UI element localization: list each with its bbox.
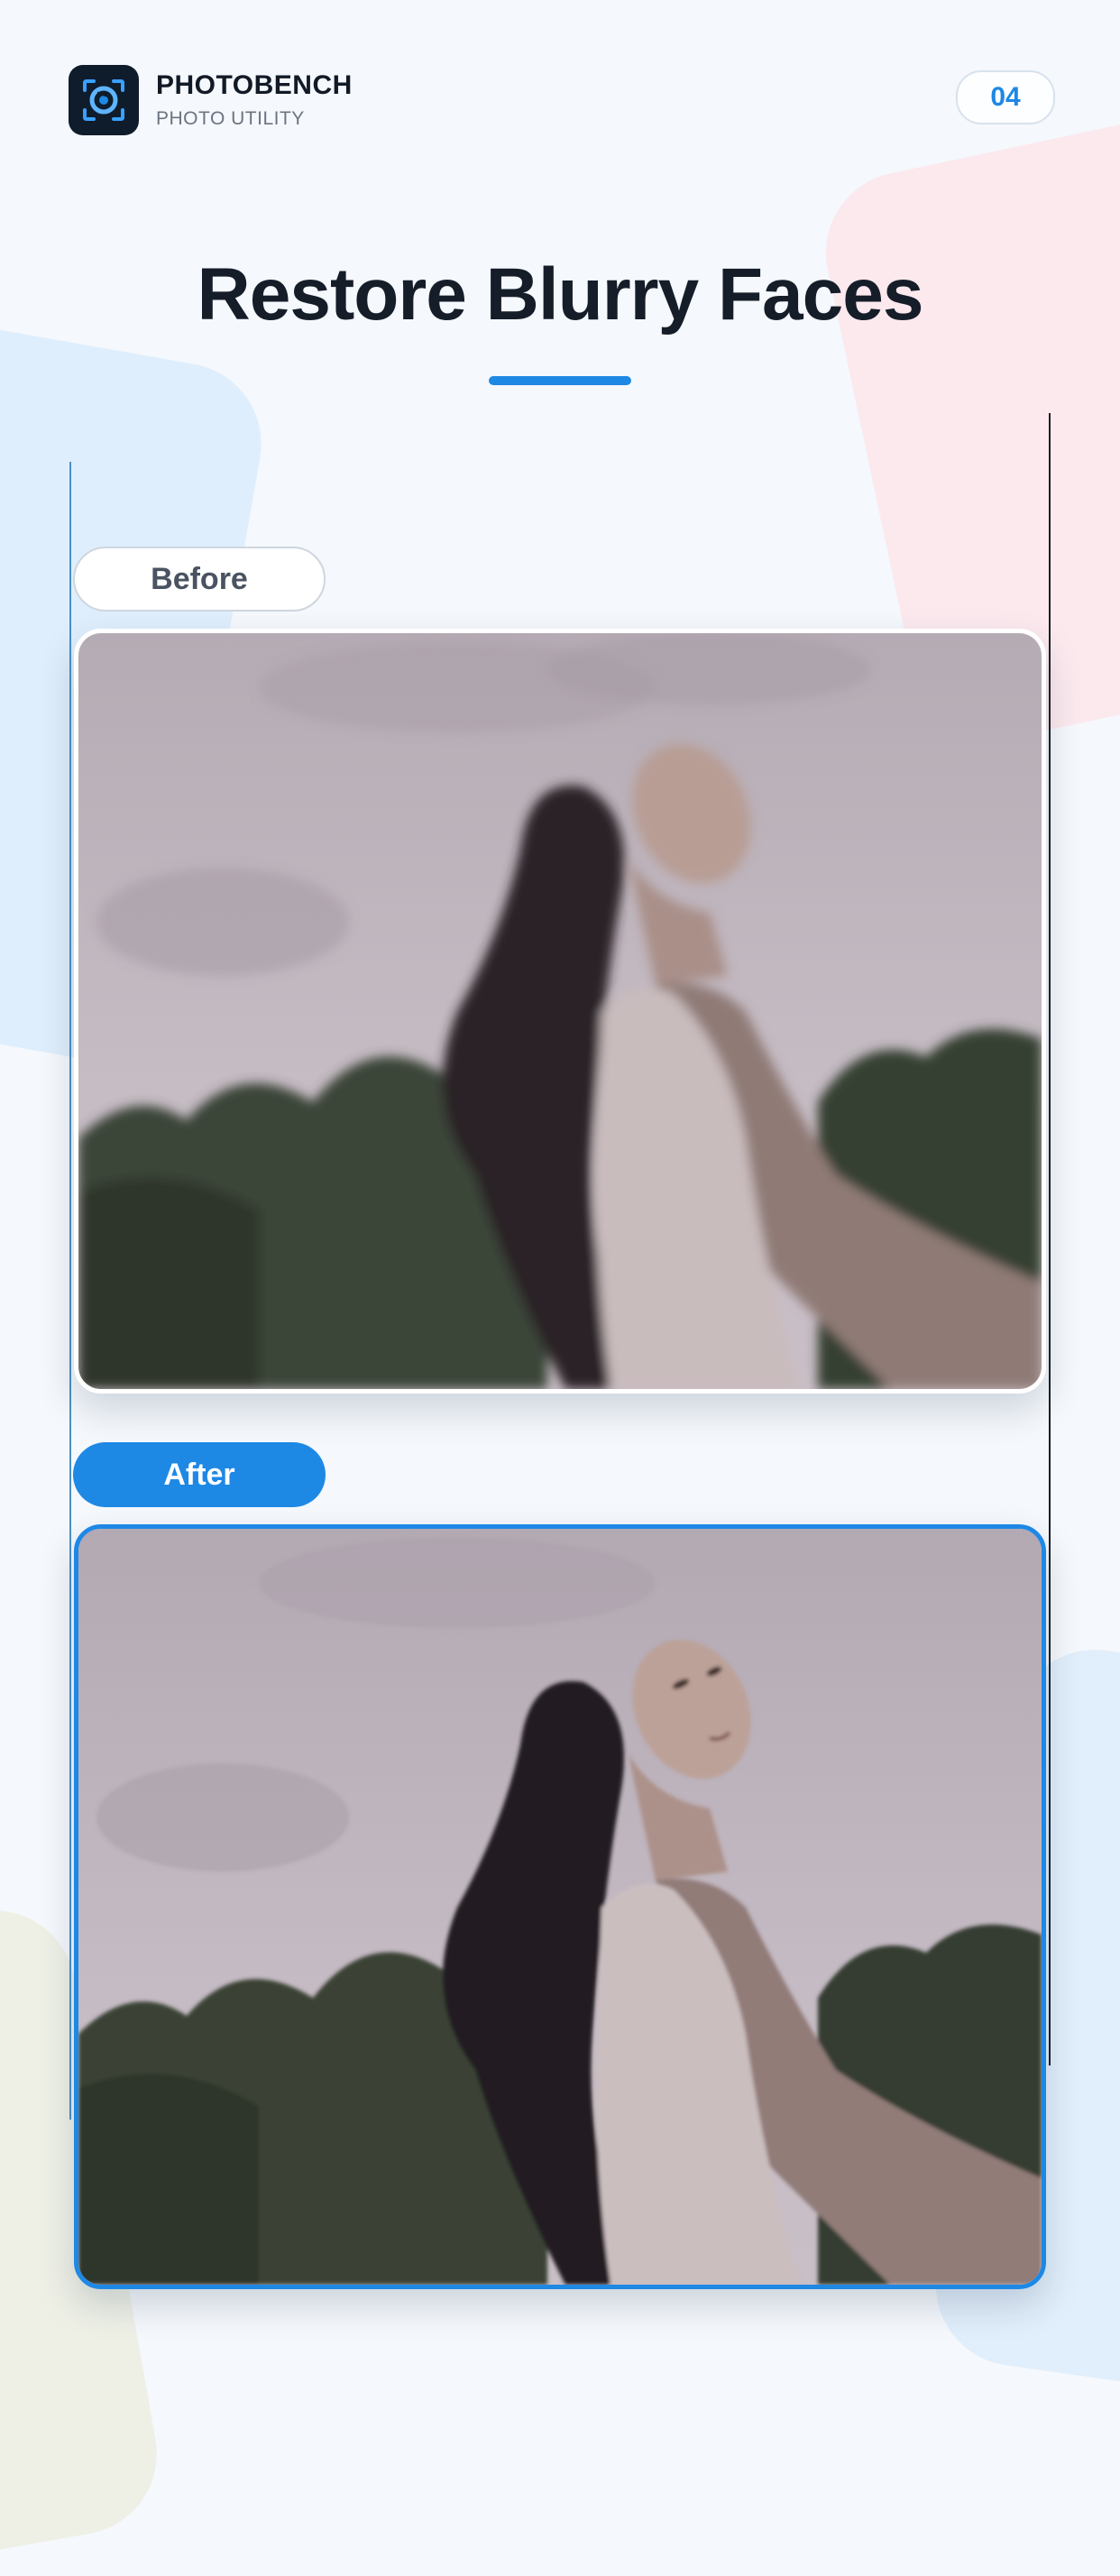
- before-photo: [74, 629, 1046, 1394]
- after-label: After: [73, 1442, 326, 1507]
- brand-subtitle: PHOTO UTILITY: [156, 108, 305, 129]
- brand-name: PHOTOBENCH: [156, 70, 353, 100]
- title-underline: [489, 376, 631, 385]
- before-label: Before: [73, 547, 326, 612]
- camera-lens-icon: [69, 65, 139, 135]
- after-photo: [74, 1524, 1046, 2289]
- page-number-badge: 04: [956, 70, 1055, 124]
- page-title: Restore Blurry Faces: [197, 253, 924, 336]
- guide-line-left: [69, 462, 71, 2120]
- guide-line-right: [1049, 413, 1051, 2065]
